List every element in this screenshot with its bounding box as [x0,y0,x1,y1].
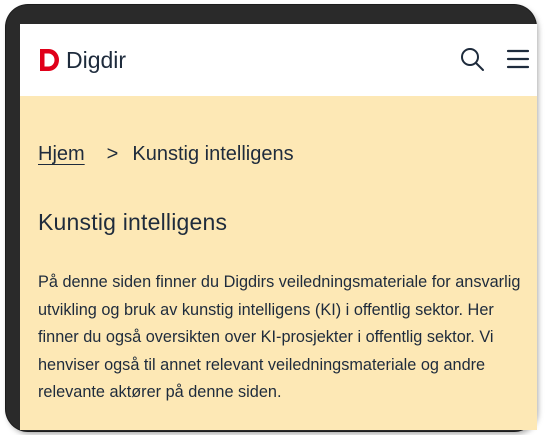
search-icon [461,48,484,71]
breadcrumb-home-link[interactable]: Hjem [38,143,85,166]
search-button[interactable] [457,44,487,74]
digdir-logo-link[interactable]: Digdir [38,47,126,73]
digdir-logo-icon [40,49,59,71]
hamburger-menu-icon [506,49,530,69]
breadcrumb-separator: > [106,143,119,165]
intro-paragraph: På denne siden finner du Digdirs veiledn… [38,273,521,401]
menu-button[interactable] [503,44,533,74]
logo-text: Digdir [66,47,127,73]
device-frame: Digdir Hjem > Kunstig intelligens Kunsti… [6,5,537,431]
site-header: Digdir [20,24,537,96]
page-viewport: Digdir Hjem > Kunstig intelligens Kunsti… [20,24,537,430]
page-title: Kunstig intelligens [38,209,228,235]
breadcrumb: Hjem > Kunstig intelligens [38,143,294,166]
breadcrumb-current: Kunstig intelligens [132,143,294,165]
